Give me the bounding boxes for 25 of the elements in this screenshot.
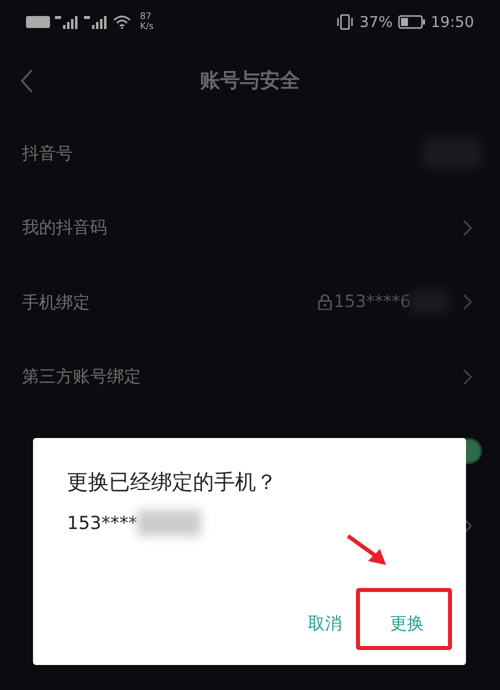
battery-icon — [398, 15, 426, 29]
signal-icon — [84, 15, 108, 29]
phone-number: 153**** — [67, 512, 138, 534]
dialog-button[interactable]: 取消 — [308, 610, 342, 637]
speed-unit: K/s — [140, 22, 154, 32]
chevron-icon — [463, 220, 472, 236]
network-speed: 87 — [140, 12, 152, 22]
wifi-icon — [113, 15, 131, 29]
setting-label[interactable]: 抖音号 — [22, 142, 73, 165]
chevron-icon — [463, 294, 472, 310]
battery-percent: 37% — [359, 13, 393, 31]
dialog-button[interactable]: 更换 — [390, 610, 424, 637]
dialog-title: 更换已经绑定的手机？ — [67, 469, 278, 496]
setting-label[interactable]: 第三方账号绑定 — [22, 365, 141, 388]
lock-icon — [318, 294, 332, 310]
clock: 19:50 — [430, 13, 474, 31]
page-title: 账号与安全 — [200, 66, 300, 94]
redacted-blur — [137, 510, 202, 536]
signal-icon — [55, 15, 79, 29]
hd-icon — [26, 16, 50, 28]
setting-label[interactable]: 我的抖音码 — [22, 216, 107, 240]
chevron-icon — [463, 368, 472, 385]
phone-number: 153****6 — [334, 292, 411, 312]
vibrate-icon — [336, 14, 354, 30]
setting-label[interactable]: 手机绑定 — [22, 290, 90, 314]
